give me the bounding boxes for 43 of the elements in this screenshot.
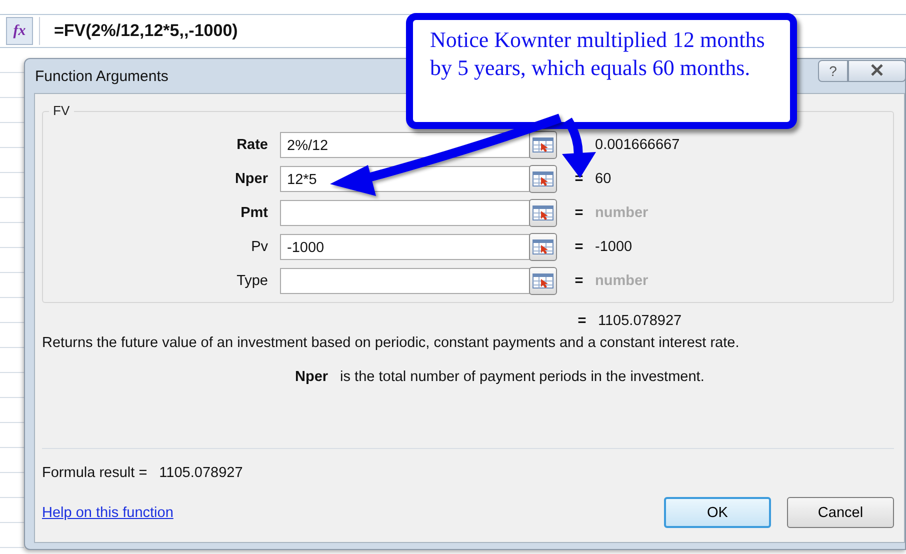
equals-sign: = <box>574 239 584 255</box>
insert-function-button[interactable]: fx <box>6 17 33 45</box>
argument-result: -1000 <box>595 239 632 255</box>
argument-label: Rate <box>236 137 269 153</box>
collapse-dialog-button[interactable] <box>529 199 557 227</box>
cell-reference-icon <box>532 239 554 255</box>
formula-result-value: 1105.078927 <box>159 465 243 481</box>
argument-field[interactable] <box>280 268 530 294</box>
close-button[interactable] <box>848 60 906 82</box>
cell-reference-icon <box>532 171 554 187</box>
equals-sign: = <box>574 273 584 289</box>
collapse-dialog-button[interactable] <box>529 267 557 295</box>
collapse-dialog-button[interactable] <box>529 165 557 193</box>
equals-sign: = <box>574 205 584 221</box>
argument-field[interactable] <box>280 200 530 226</box>
argument-description: is the total number of payment periods in the investment. <box>340 369 704 385</box>
function-result: 1105.078927 <box>598 313 682 329</box>
ok-button[interactable]: OK <box>664 497 771 528</box>
function-description: Returns the future value of an investment based on periodic, constant payments and a constant interest rate. <box>42 335 740 351</box>
argument-name: Nper <box>295 369 328 385</box>
argument-label: Pmt <box>240 205 269 221</box>
argument-label: Nper <box>234 171 269 187</box>
argument-result: number <box>595 205 648 221</box>
close-icon <box>869 64 885 76</box>
argument-result: 60 <box>595 171 612 187</box>
window-title: Function Arguments <box>35 68 168 84</box>
cell-reference-icon <box>532 205 554 221</box>
argument-field[interactable]: -1000 <box>280 234 530 260</box>
argument-result: 0.001666667 <box>595 137 680 153</box>
help-button[interactable]: ? <box>818 60 848 82</box>
argument-label: Type <box>236 273 269 289</box>
equals-sign: = <box>576 313 588 329</box>
group-title: FV <box>49 103 74 118</box>
argument-label: Pv <box>250 239 269 255</box>
collapse-dialog-button[interactable] <box>529 131 557 159</box>
formula-result-label: Formula result = <box>42 465 148 481</box>
help-link[interactable]: Help on this function <box>42 504 174 520</box>
callout-box: Notice Kownter multiplied 12 months by 5 years, which equals 60 months. <box>406 13 797 129</box>
cell-reference-icon <box>532 137 554 153</box>
collapse-dialog-button[interactable] <box>529 233 557 261</box>
cancel-button[interactable]: Cancel <box>787 497 894 528</box>
argument-result: number <box>595 273 648 289</box>
cell-reference-icon <box>532 273 554 289</box>
